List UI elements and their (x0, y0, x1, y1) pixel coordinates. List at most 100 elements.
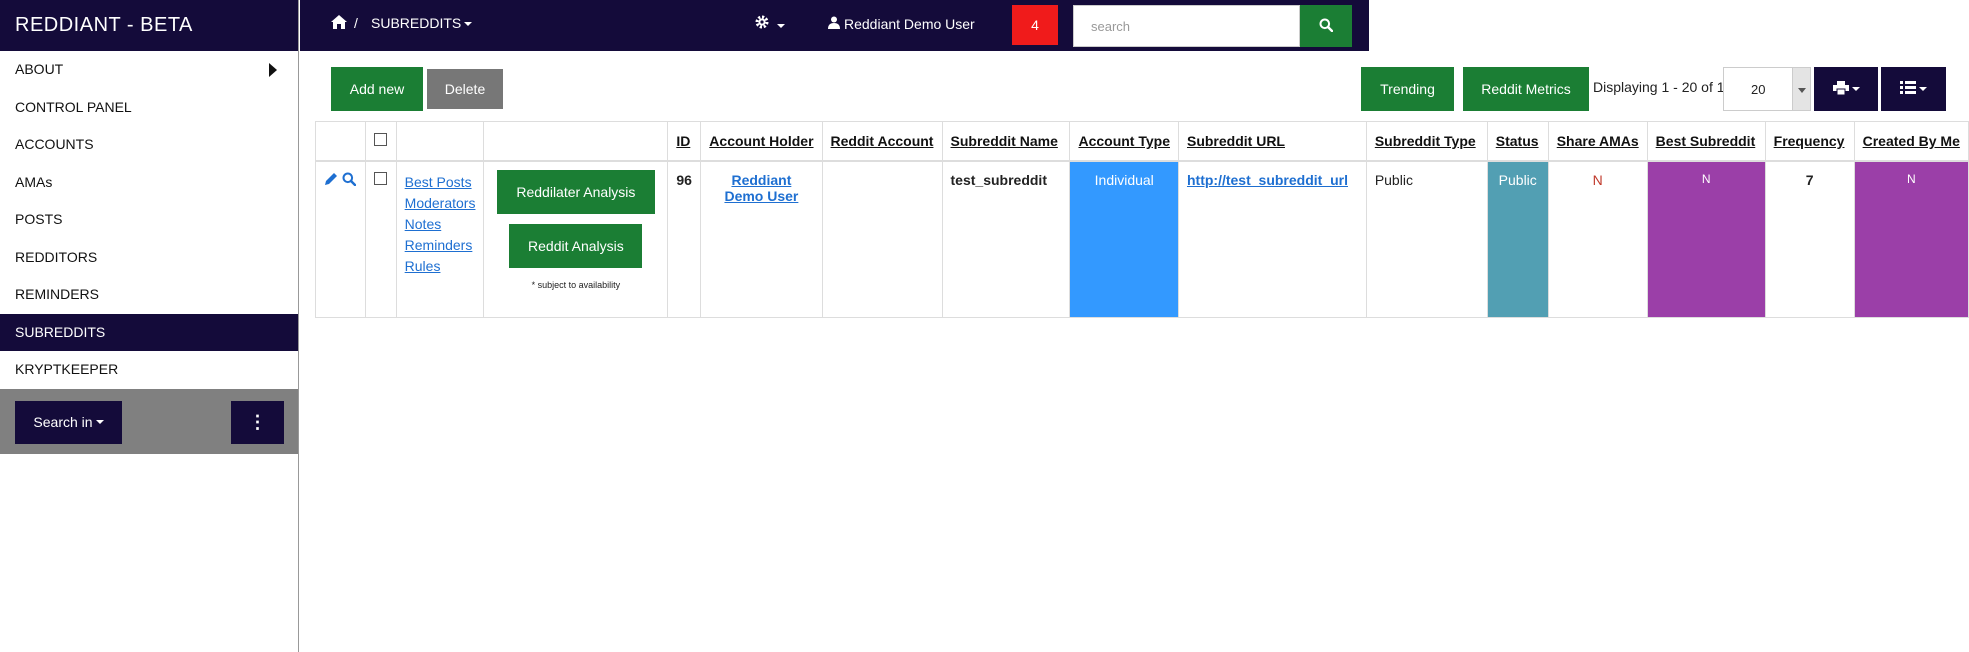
cell-account-type: Individual (1069, 160, 1179, 318)
row-analysis: Reddilater Analysis Reddit Analysis * su… (483, 160, 669, 318)
notes-link[interactable]: Notes (405, 214, 476, 235)
sidebar-item-subreddits[interactable]: SUBREDDITS (0, 313, 298, 351)
best-posts-link[interactable]: Best Posts (405, 172, 476, 193)
gear-icon (754, 15, 774, 33)
breadcrumb-subreddits[interactable]: SUBREDDITS (371, 15, 473, 31)
header-reddit-account[interactable]: Reddit Account (821, 121, 943, 162)
edit-icon[interactable] (324, 172, 342, 189)
sidebar-item-accounts[interactable]: ACCOUNTS (0, 126, 298, 164)
cell-share-amas: N (1547, 160, 1648, 318)
sidebar-item-label: SUBREDDITS (15, 323, 106, 340)
search-input[interactable] (1073, 5, 1300, 47)
row-select (364, 160, 397, 318)
cell-subreddit-name: test_subreddit (941, 160, 1071, 318)
cell-status: Public (1486, 160, 1549, 318)
moderators-link[interactable]: Moderators (405, 193, 476, 214)
header-account-holder[interactable]: Account Holder (700, 121, 823, 162)
table-row: Best Posts Moderators Notes Reminders Ru… (315, 160, 1969, 318)
user-menu[interactable]: Reddiant Demo User (828, 16, 975, 32)
add-new-button[interactable]: Add new (331, 67, 423, 111)
reddit-analysis-button[interactable]: Reddit Analysis (509, 223, 643, 268)
settings-dropdown[interactable] (754, 14, 785, 33)
caret-right-icon (269, 62, 277, 77)
cell-frequency: 7 (1764, 160, 1855, 318)
account-holder-line2: Demo User (724, 187, 799, 204)
header-status[interactable]: Status (1486, 121, 1549, 162)
sidebar-item-label: ACCOUNTS (15, 136, 94, 152)
cell-reddit-account (821, 160, 943, 318)
sidebar-item-amas[interactable]: AMAs (0, 164, 298, 202)
caret-down-icon (95, 420, 104, 424)
breadcrumb-label: SUBREDDITS (371, 15, 462, 31)
header-account-type[interactable]: Account Type (1069, 121, 1179, 162)
home-icon[interactable] (330, 14, 348, 33)
header-best-subreddit[interactable]: Best Subreddit (1646, 121, 1766, 162)
search-icon[interactable] (342, 172, 357, 189)
sidebar-item-reminders[interactable]: REMINDERS (0, 276, 298, 314)
page-size-value: 20 (1751, 82, 1766, 97)
breadcrumb-separator: / (354, 15, 358, 31)
reddilater-analysis-button[interactable]: Reddilater Analysis (496, 169, 655, 214)
sidebar-item-posts[interactable]: POSTS (0, 201, 298, 239)
more-options-button[interactable]: ⋮ (231, 400, 284, 444)
caret-down-icon (1919, 87, 1927, 91)
reminders-link[interactable]: Reminders (405, 235, 476, 256)
subreddit-url-link[interactable]: http://test_subreddit_url (1187, 172, 1348, 188)
dropdown-arrow (1792, 68, 1810, 110)
header-share-amas[interactable]: Share AMAs (1547, 121, 1648, 162)
header-actions (315, 121, 366, 162)
header-select-all (364, 121, 397, 162)
header-created-by-me[interactable]: Created By Me (1853, 121, 1969, 162)
row-checkbox[interactable] (374, 171, 388, 185)
cell-id: 96 (667, 160, 702, 318)
header-links (395, 121, 485, 162)
sidebar-item-kryptkeeper[interactable]: KRYPTKEEPER (0, 351, 298, 389)
sidebar-item-label: KRYPTKEEPER (15, 361, 119, 377)
page-size-select[interactable]: 20 (1723, 67, 1811, 111)
sidebar: REDDIANT - BETA ABOUT CONTROL PANEL ACCO… (0, 0, 299, 652)
rules-link[interactable]: Rules (405, 256, 476, 277)
reddit-metrics-button[interactable]: Reddit Metrics (1463, 67, 1589, 111)
header-subreddit-type[interactable]: Subreddit Type (1365, 121, 1488, 162)
sidebar-item-control-panel[interactable]: CONTROL PANEL (0, 89, 298, 127)
header-frequency[interactable]: Frequency (1764, 121, 1855, 162)
sidebar-item-label: AMAs (15, 173, 53, 190)
row-links: Best Posts Moderators Notes Reminders Ru… (395, 160, 485, 318)
header-subreddit-name[interactable]: Subreddit Name (941, 121, 1071, 162)
availability-note: * subject to availability (531, 279, 621, 290)
subreddits-table: ID Account Holder Reddit Account Subredd… (315, 121, 1969, 318)
user-icon (828, 16, 840, 32)
row-actions (315, 160, 366, 318)
notification-badge[interactable]: 4 (1012, 5, 1058, 45)
header-subreddit-url[interactable]: Subreddit URL (1177, 121, 1367, 162)
delete-button[interactable]: Delete (427, 69, 503, 109)
pagination-info: Displaying 1 - 20 of 1 (1593, 79, 1725, 95)
chevron-down-icon (1797, 81, 1806, 97)
caret-down-icon (464, 22, 473, 27)
search-button[interactable] (1300, 5, 1352, 47)
top-bar: / SUBREDDITS Reddiant Demo User 4 (300, 0, 1369, 51)
search-icon (1319, 18, 1334, 35)
kebab-icon: ⋮ (248, 411, 267, 432)
sidebar-item-redditors[interactable]: REDDITORS (0, 239, 298, 277)
header-analysis (483, 121, 669, 162)
sidebar-item-label: POSTS (15, 211, 63, 227)
account-holder-link[interactable]: Reddiant Demo User (724, 172, 798, 204)
sidebar-item-label: ABOUT (15, 61, 64, 77)
select-all-checkbox[interactable] (374, 132, 388, 146)
app-title[interactable]: REDDIANT - BETA (0, 0, 298, 51)
columns-dropdown-button[interactable] (1881, 67, 1946, 111)
caret-down-icon (776, 24, 785, 29)
trending-button[interactable]: Trending (1361, 67, 1454, 111)
cell-subreddit-type: Public (1365, 160, 1488, 318)
search-in-label: Search in (33, 414, 93, 430)
header-id[interactable]: ID (667, 121, 702, 162)
list-icon (1900, 81, 1916, 97)
cell-best-subreddit: N (1646, 160, 1766, 318)
print-dropdown-button[interactable] (1814, 67, 1878, 111)
sidebar-item-label: REMINDERS (15, 286, 100, 302)
sidebar-item-label: CONTROL PANEL (15, 98, 132, 115)
cell-account-holder: Reddiant Demo User (700, 160, 823, 318)
sidebar-item-about[interactable]: ABOUT (0, 51, 298, 89)
search-in-dropdown[interactable]: Search in (15, 400, 122, 444)
